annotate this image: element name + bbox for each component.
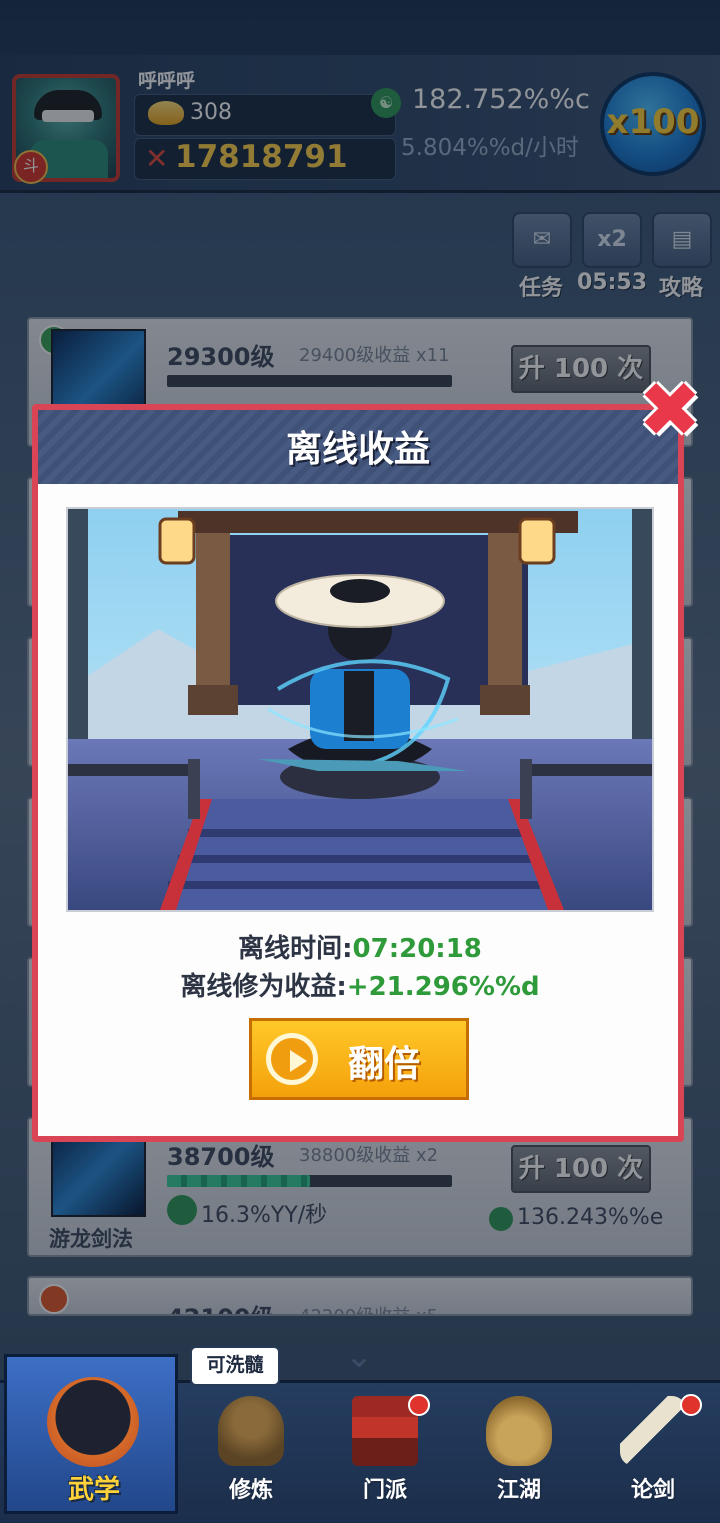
refine-tooltip: 可洗髓	[190, 1346, 280, 1386]
chevron-down-icon[interactable]: ⌄	[337, 1336, 381, 1376]
meditation-scene-image	[66, 507, 654, 912]
double-reward-label: 翻倍	[348, 1044, 421, 1085]
offline-time-label: 离线时间:	[238, 934, 353, 964]
tab-duel[interactable]: 论剑	[588, 1386, 718, 1512]
notification-dot	[408, 1394, 430, 1416]
money-bag-icon	[486, 1396, 552, 1466]
tab-label: 论剑	[630, 1478, 675, 1503]
offline-time-row: 离线时间:07:20:18	[100, 928, 620, 965]
offline-gain-label: 离线修为收益:	[180, 972, 347, 1002]
offline-gain-value: +21.296%%d	[346, 972, 540, 1002]
tab-cultivate[interactable]: 修炼	[186, 1386, 316, 1512]
double-reward-button[interactable]: 翻倍	[249, 1018, 469, 1100]
tab-label: 江湖	[496, 1478, 541, 1503]
play-video-icon	[266, 1033, 318, 1085]
dialog-title: 离线收益	[285, 429, 430, 470]
tab-label: 门派	[362, 1478, 407, 1503]
tab-sect[interactable]: 门派	[320, 1386, 450, 1512]
tab-martial-arts[interactable]: 武学	[4, 1354, 178, 1514]
tab-jianghu[interactable]: 江湖	[454, 1386, 584, 1512]
offline-gain-row: 离线修为收益:+21.296%%d	[100, 966, 620, 1003]
tab-label: 武学	[67, 1475, 120, 1505]
offline-time-value: 07:20:18	[352, 934, 482, 964]
meditation-icon	[218, 1396, 284, 1466]
tab-label: 修炼	[228, 1478, 273, 1503]
notification-dot	[680, 1394, 702, 1416]
close-icon[interactable]: ✖	[636, 372, 704, 448]
ninja-icon	[47, 1377, 139, 1467]
sword-duel-icon	[620, 1396, 686, 1466]
